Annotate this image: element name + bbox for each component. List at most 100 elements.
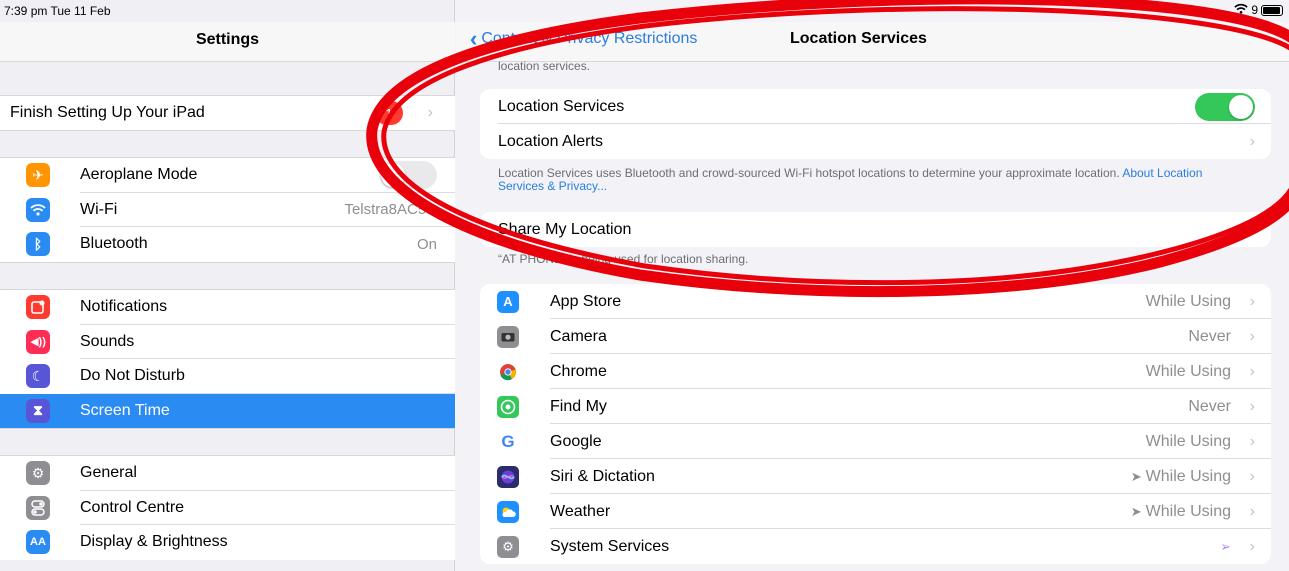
app-name: Find My	[550, 397, 607, 415]
sidebar-item-do-not-disturb[interactable]: ☾ Do Not Disturb	[0, 359, 455, 394]
sidebar-item-label: Aeroplane Mode	[80, 166, 198, 184]
chrome-icon	[497, 360, 519, 383]
app-name: Chrome	[550, 362, 607, 380]
battery-percentage: 9	[1251, 3, 1258, 17]
navigation-bar: ‹ Content & Privacy Restrictions Locatio…	[456, 22, 1289, 62]
location-services-pane: ‹ Content & Privacy Restrictions Locatio…	[456, 0, 1289, 571]
sidebar-item-display-brightness[interactable]: AA Display & Brightness	[0, 525, 455, 560]
notifications-group: Notifications ◀)) Sounds ☾ Do Not Distur…	[0, 289, 455, 429]
aeroplane-mode-toggle[interactable]	[379, 161, 437, 190]
display-icon: AA	[26, 530, 50, 555]
permission-text: Never	[1188, 397, 1231, 415]
switches-icon	[26, 495, 50, 520]
page-title: Location Services	[790, 30, 927, 47]
back-label: Content & Privacy Restrictions	[481, 30, 698, 47]
wifi-status-icon	[1234, 3, 1248, 17]
notification-badge: 1	[375, 101, 403, 125]
location-alerts-label: Location Alerts	[498, 132, 603, 150]
sidebar-item-label: Notifications	[80, 298, 168, 316]
speaker-icon: ◀))	[26, 329, 50, 354]
finish-setup-label: Finish Setting Up Your iPad	[10, 104, 205, 121]
sidebar-title: Settings	[0, 22, 455, 62]
permission-text: While Using	[1145, 502, 1231, 520]
chevron-right-icon: ›	[1249, 292, 1255, 310]
app-row-camera[interactable]: Camera Never ›	[480, 319, 1271, 354]
permission-text: While Using	[1145, 467, 1231, 485]
location-arrow-icon: ➤	[1130, 503, 1142, 519]
find-my-icon	[497, 395, 519, 418]
google-icon: G	[497, 430, 519, 453]
status-indicators: 9	[1234, 3, 1283, 17]
status-time: 7:39 pm Tue 11 Feb	[4, 4, 111, 18]
permission-value: ➤ While Using	[1131, 468, 1231, 486]
app-row-chrome[interactable]: Chrome While Using ›	[480, 354, 1271, 389]
chevron-right-icon: ›	[1249, 362, 1255, 380]
permission-value: ➤ While Using	[1131, 503, 1231, 521]
app-row-system-services[interactable]: ⚙ System Services ➢ ›	[480, 529, 1271, 564]
apps-card: A App Store While Using › Camera Never ›…	[480, 284, 1271, 564]
sidebar-item-general[interactable]: ⚙ General	[0, 456, 455, 491]
app-name: App Store	[550, 292, 622, 310]
chevron-right-icon: ›	[1249, 502, 1255, 520]
finish-setup-group: Finish Setting Up Your iPad 1 ›	[0, 95, 455, 131]
permission-text: While Using	[1145, 292, 1231, 310]
sidebar-item-bluetooth[interactable]: ᛒ Bluetooth On	[0, 227, 455, 262]
app-row-siri[interactable]: Siri & Dictation ➤ While Using ›	[480, 459, 1271, 494]
app-row-google[interactable]: G Google While Using ›	[480, 424, 1271, 459]
chevron-right-icon: ›	[1249, 132, 1255, 150]
chevron-right-icon: ›	[1249, 537, 1255, 555]
chevron-right-icon: ›	[1249, 220, 1255, 238]
settings-sidebar: Settings Finish Setting Up Your iPad 1 ›…	[0, 0, 455, 571]
app-row-find-my[interactable]: Find My Never ›	[480, 389, 1271, 424]
app-name: System Services	[550, 537, 670, 555]
location-services-row[interactable]: Location Services	[480, 89, 1271, 124]
permission-value: While Using	[1146, 363, 1231, 381]
sidebar-item-label: Screen Time	[80, 401, 170, 419]
chevron-right-icon: ›	[427, 104, 433, 121]
bluetooth-icon: ᛒ	[26, 232, 50, 257]
app-store-icon: A	[497, 290, 519, 313]
sidebar-item-control-centre[interactable]: Control Centre	[0, 491, 455, 525]
permission-value: Never	[1188, 398, 1231, 416]
location-arrow-icon: ➤	[1130, 468, 1142, 484]
back-button[interactable]: ‹ Content & Privacy Restrictions	[470, 28, 697, 50]
app-name: Camera	[550, 327, 607, 345]
battery-icon	[1261, 4, 1283, 16]
location-services-toggle[interactable]	[1195, 92, 1255, 121]
wifi-network-value: Telstra8AC5C	[344, 201, 437, 219]
permission-value: ➢	[1220, 539, 1231, 555]
siri-icon	[497, 465, 519, 488]
location-alerts-row[interactable]: Location Alerts ›	[480, 124, 1271, 159]
sidebar-item-sounds[interactable]: ◀)) Sounds	[0, 325, 455, 359]
general-group: ⚙ General Control Centre AA Display & Br…	[0, 455, 455, 560]
caption-text: Location Services uses Bluetooth and cro…	[498, 166, 1120, 180]
app-name: Weather	[550, 502, 611, 520]
sidebar-item-label: Do Not Disturb	[80, 367, 185, 385]
status-bar: 7:39 pm Tue 11 Feb 9	[0, 0, 1289, 22]
camera-icon	[497, 325, 519, 348]
gear-icon: ⚙	[497, 535, 519, 558]
sidebar-item-aeroplane-mode[interactable]: ✈ Aeroplane Mode	[0, 158, 455, 193]
sidebar-item-notifications[interactable]: Notifications	[0, 290, 455, 325]
sidebar-item-label: Sounds	[80, 332, 135, 350]
location-services-label: Location Services	[498, 97, 625, 115]
app-row-weather[interactable]: Weather ➤ While Using ›	[480, 494, 1271, 529]
chevron-left-icon: ‹	[470, 26, 478, 51]
permission-text: While Using	[1145, 362, 1231, 380]
finish-setup-row[interactable]: Finish Setting Up Your iPad 1 ›	[0, 96, 455, 130]
sidebar-item-wifi[interactable]: Wi-Fi Telstra8AC5C	[0, 193, 455, 227]
weather-icon	[497, 500, 519, 523]
notifications-icon	[26, 295, 50, 320]
app-name: Siri & Dictation	[550, 467, 655, 485]
share-my-location-row[interactable]: Share My Location ›	[480, 212, 1271, 247]
sidebar-item-label: Wi-Fi	[80, 200, 118, 218]
app-name: Google	[550, 432, 602, 450]
sidebar-item-label: Control Centre	[80, 498, 185, 516]
chevron-right-icon: ›	[1249, 467, 1255, 485]
bluetooth-value: On	[416, 235, 437, 253]
location-arrow-icon: ➢	[1220, 538, 1231, 554]
chevron-right-icon: ›	[1249, 397, 1255, 415]
app-row-app-store[interactable]: A App Store While Using ›	[480, 284, 1271, 319]
sidebar-item-screen-time[interactable]: ⧗ Screen Time	[0, 393, 455, 428]
share-my-location-label: Share My Location	[498, 220, 632, 238]
